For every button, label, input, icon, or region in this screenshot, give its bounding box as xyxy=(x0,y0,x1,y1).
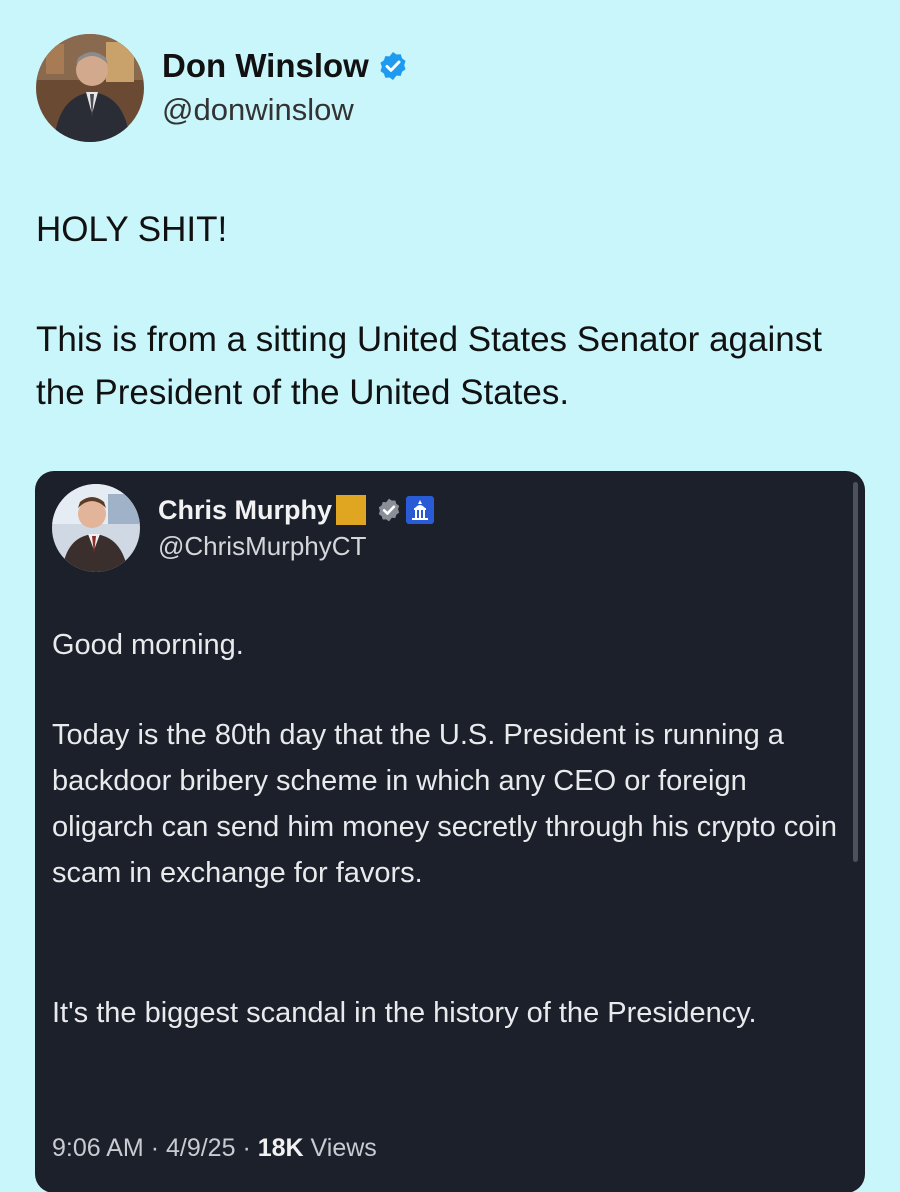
tweet-text-line-2: This is from a sitting United States Sen… xyxy=(36,320,822,412)
quoted-author-handle[interactable]: @ChrisMurphyCT xyxy=(158,529,434,563)
tweet-date[interactable]: 4/9/25 xyxy=(166,1134,236,1162)
tweet-text-line-1: HOLY SHIT! xyxy=(36,210,228,249)
author-handle[interactable]: @donwinslow xyxy=(162,90,409,130)
meta-separator: · xyxy=(150,1134,160,1162)
verified-badge-icon xyxy=(377,50,409,82)
government-capitol-icon xyxy=(406,496,435,524)
gray-verified-icon xyxy=(376,497,402,523)
tweet-time[interactable]: 9:06 AM xyxy=(52,1134,144,1162)
tweet-meta: 9:06 AM · 4/9/25 · 18K Views xyxy=(52,1128,377,1168)
don-winslow-avatar[interactable] xyxy=(36,34,144,142)
scrollbar[interactable] xyxy=(853,482,858,862)
quoted-paragraph-3: It's the biggest scandal in the history … xyxy=(52,997,757,1029)
outer-tweet-header: Don Winslow @donwinslow xyxy=(36,34,409,142)
quoted-paragraph-1: Good morning. xyxy=(52,629,244,661)
views-count[interactable]: 18K xyxy=(258,1134,304,1162)
quoted-author-name[interactable]: Chris Murphy xyxy=(158,493,332,527)
views-label: Views xyxy=(310,1134,377,1162)
quoted-tweet-header: Chris Murphy @ChrisMurphyCT xyxy=(52,484,435,572)
meta-separator: · xyxy=(242,1134,251,1162)
quoted-paragraph-2: Today is the 80th day that the U.S. Pres… xyxy=(52,719,837,889)
gold-square-icon xyxy=(336,495,367,525)
quoted-tweet-card[interactable]: Chris Murphy @ChrisMurphyCT Good morning… xyxy=(36,472,864,1192)
chris-murphy-avatar[interactable] xyxy=(52,484,140,572)
author-name[interactable]: Don Winslow xyxy=(162,46,369,86)
